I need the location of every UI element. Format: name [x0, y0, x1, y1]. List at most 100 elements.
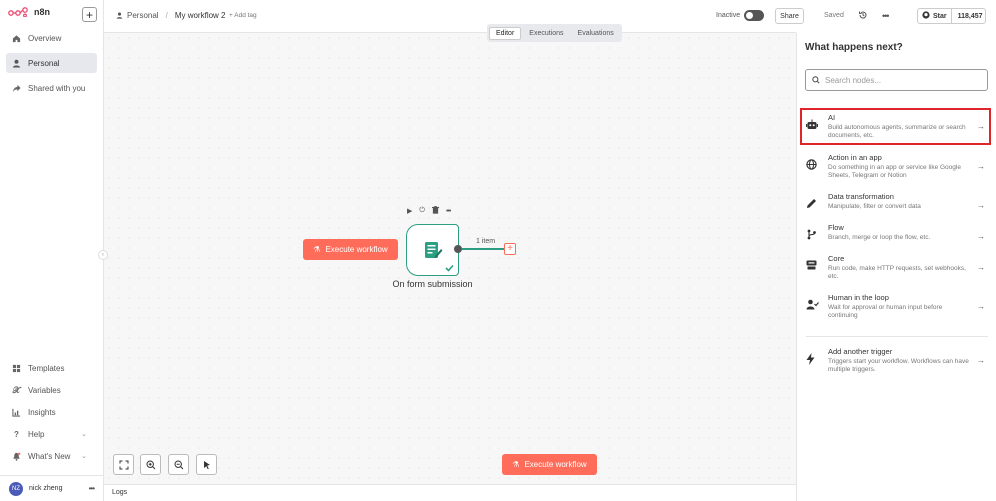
sidebar-item-templates[interactable]: Templates [6, 358, 97, 378]
trigger-description: Triggers start your workflow. Workflows … [828, 358, 969, 374]
breadcrumb-separator: / [165, 11, 168, 20]
panel-title: What happens next? [805, 42, 903, 53]
highlight-box [800, 108, 991, 145]
category-title: Action in an app [828, 153, 882, 162]
sidebar: n8n + Overview Personal Shared with you … [0, 0, 104, 501]
user-icon [116, 12, 123, 19]
arrow-right-icon: → [977, 232, 985, 241]
active-toggle[interactable] [744, 10, 764, 21]
more-options-icon[interactable]: ••• [882, 11, 890, 21]
play-icon[interactable]: ▶ [407, 207, 412, 215]
status-label: Inactive [716, 12, 741, 19]
core-icon [806, 260, 820, 281]
create-button[interactable]: + [82, 7, 97, 22]
chevron-down-icon: ⌄ [81, 431, 87, 438]
sidebar-item-label: Overview [28, 33, 62, 43]
category-human-in-the-loop[interactable]: Human in the loop Wait for approval or hu… [797, 293, 996, 320]
zoom-out-button[interactable] [168, 454, 189, 475]
star-label: Star [933, 12, 947, 20]
trash-icon[interactable] [431, 206, 439, 216]
sidebar-item-insights[interactable]: Insights [6, 402, 97, 422]
sidebar-item-help[interactable]: ? Help ⌄ [6, 424, 97, 444]
user-icon [12, 59, 21, 68]
zoom-in-icon [145, 459, 155, 469]
history-icon[interactable] [858, 10, 868, 22]
share-button[interactable]: Share [775, 8, 804, 24]
search-box[interactable] [805, 69, 988, 91]
category-flow[interactable]: Flow Branch, merge or loop the flow, etc.… [797, 223, 996, 242]
add-tag-button[interactable]: + Add tag [229, 12, 257, 19]
sidebar-item-whats-new[interactable]: What's New ⌄ [6, 446, 97, 466]
category-action-in-app[interactable]: Action in an app Do something in an app o… [797, 153, 996, 180]
logs-bar[interactable]: Logs [104, 484, 796, 501]
category-data-transformation[interactable]: Data transformation Manipulate, filter or… [797, 192, 996, 211]
add-another-trigger[interactable]: Add another trigger Triggers start your w… [797, 347, 996, 374]
github-star-button[interactable]: Star 118,457 [917, 8, 986, 24]
collapse-sidebar-button[interactable]: ‹ [98, 250, 108, 260]
zoom-out-icon [173, 459, 183, 469]
sidebar-item-label: Templates [28, 363, 65, 373]
star-count: 118,457 [957, 12, 983, 20]
execute-workflow-button[interactable]: ⚗ Execute workflow [303, 239, 398, 260]
sidebar-item-label: Variables [28, 385, 61, 395]
bolt-icon [806, 353, 820, 374]
flask-icon: ⚗ [512, 460, 520, 469]
app-logo[interactable]: n8n [8, 7, 50, 17]
power-icon[interactable]: ⏻ [419, 207, 425, 215]
fit-view-button[interactable] [113, 454, 134, 475]
sidebar-item-personal[interactable]: Personal [6, 53, 97, 73]
sidebar-item-overview[interactable]: Overview [6, 28, 97, 48]
tab-evaluations[interactable]: Evaluations [572, 28, 620, 39]
category-description: Wait for approval or human input before … [828, 304, 943, 320]
logs-label: Logs [112, 489, 128, 496]
category-description: Run code, make HTTP requests, set webhoo… [828, 265, 966, 281]
sidebar-item-variables[interactable]: 𝒳 Variables [6, 380, 97, 400]
n8n-logo-icon [8, 7, 28, 17]
trigger-title: Add another trigger [828, 347, 893, 356]
category-title: Flow [828, 223, 844, 232]
search-icon [812, 76, 820, 84]
chevron-left-icon: ‹ [102, 252, 104, 258]
arrow-right-icon: → [977, 263, 985, 272]
sidebar-item-label: Help [28, 429, 45, 439]
node-creator-panel: What happens next? AIBuild autonomous ag… [796, 33, 996, 501]
more-options-icon[interactable]: ••• [89, 484, 95, 493]
globe-icon [806, 159, 820, 180]
form-trigger-node[interactable] [406, 224, 459, 276]
tab-editor[interactable]: Editor [489, 26, 522, 40]
search-input[interactable] [825, 75, 975, 85]
app-name: n8n [34, 7, 51, 17]
node-output-handle[interactable] [454, 245, 462, 253]
execute-workflow-bottom-button[interactable]: ⚗ Execute workflow [502, 454, 597, 475]
insights-icon [12, 408, 21, 417]
plus-icon: + [507, 243, 513, 254]
saved-status: Saved [824, 12, 844, 19]
node-connection [462, 248, 506, 250]
workflow-name[interactable]: My workflow 2 [175, 11, 226, 20]
execute-workflow-label: Execute workflow [325, 245, 388, 254]
category-description: Do something in an app or service like G… [828, 164, 961, 180]
templates-icon [12, 364, 21, 373]
execute-workflow-label: Execute workflow [524, 460, 587, 469]
category-description: Manipulate, filter or convert data [828, 203, 921, 210]
github-icon [922, 11, 930, 21]
add-node-button[interactable]: + [504, 243, 516, 255]
more-options-icon[interactable]: ••• [446, 208, 451, 215]
checkmark-icon [445, 264, 454, 272]
sidebar-item-label: What's New [28, 451, 71, 461]
tab-executions[interactable]: Executions [523, 28, 569, 39]
zoom-in-button[interactable] [140, 454, 161, 475]
tidy-up-button[interactable] [196, 454, 217, 475]
bell-icon [12, 452, 21, 461]
panel-divider [806, 336, 988, 337]
sidebar-item-shared[interactable]: Shared with you [6, 78, 97, 98]
view-tabs: Editor Executions Evaluations [487, 24, 622, 42]
arrow-right-icon: → [977, 201, 985, 210]
breadcrumb-project[interactable]: Personal [127, 11, 159, 20]
form-icon [425, 242, 443, 258]
home-icon [12, 34, 21, 43]
variables-icon: 𝒳 [12, 384, 21, 395]
node-toolbar: ▶ ⏻ ••• [407, 206, 451, 216]
user-menu[interactable]: NZ nick zheng ••• [0, 475, 104, 501]
category-core[interactable]: Core Run code, make HTTP requests, set we… [797, 254, 996, 281]
